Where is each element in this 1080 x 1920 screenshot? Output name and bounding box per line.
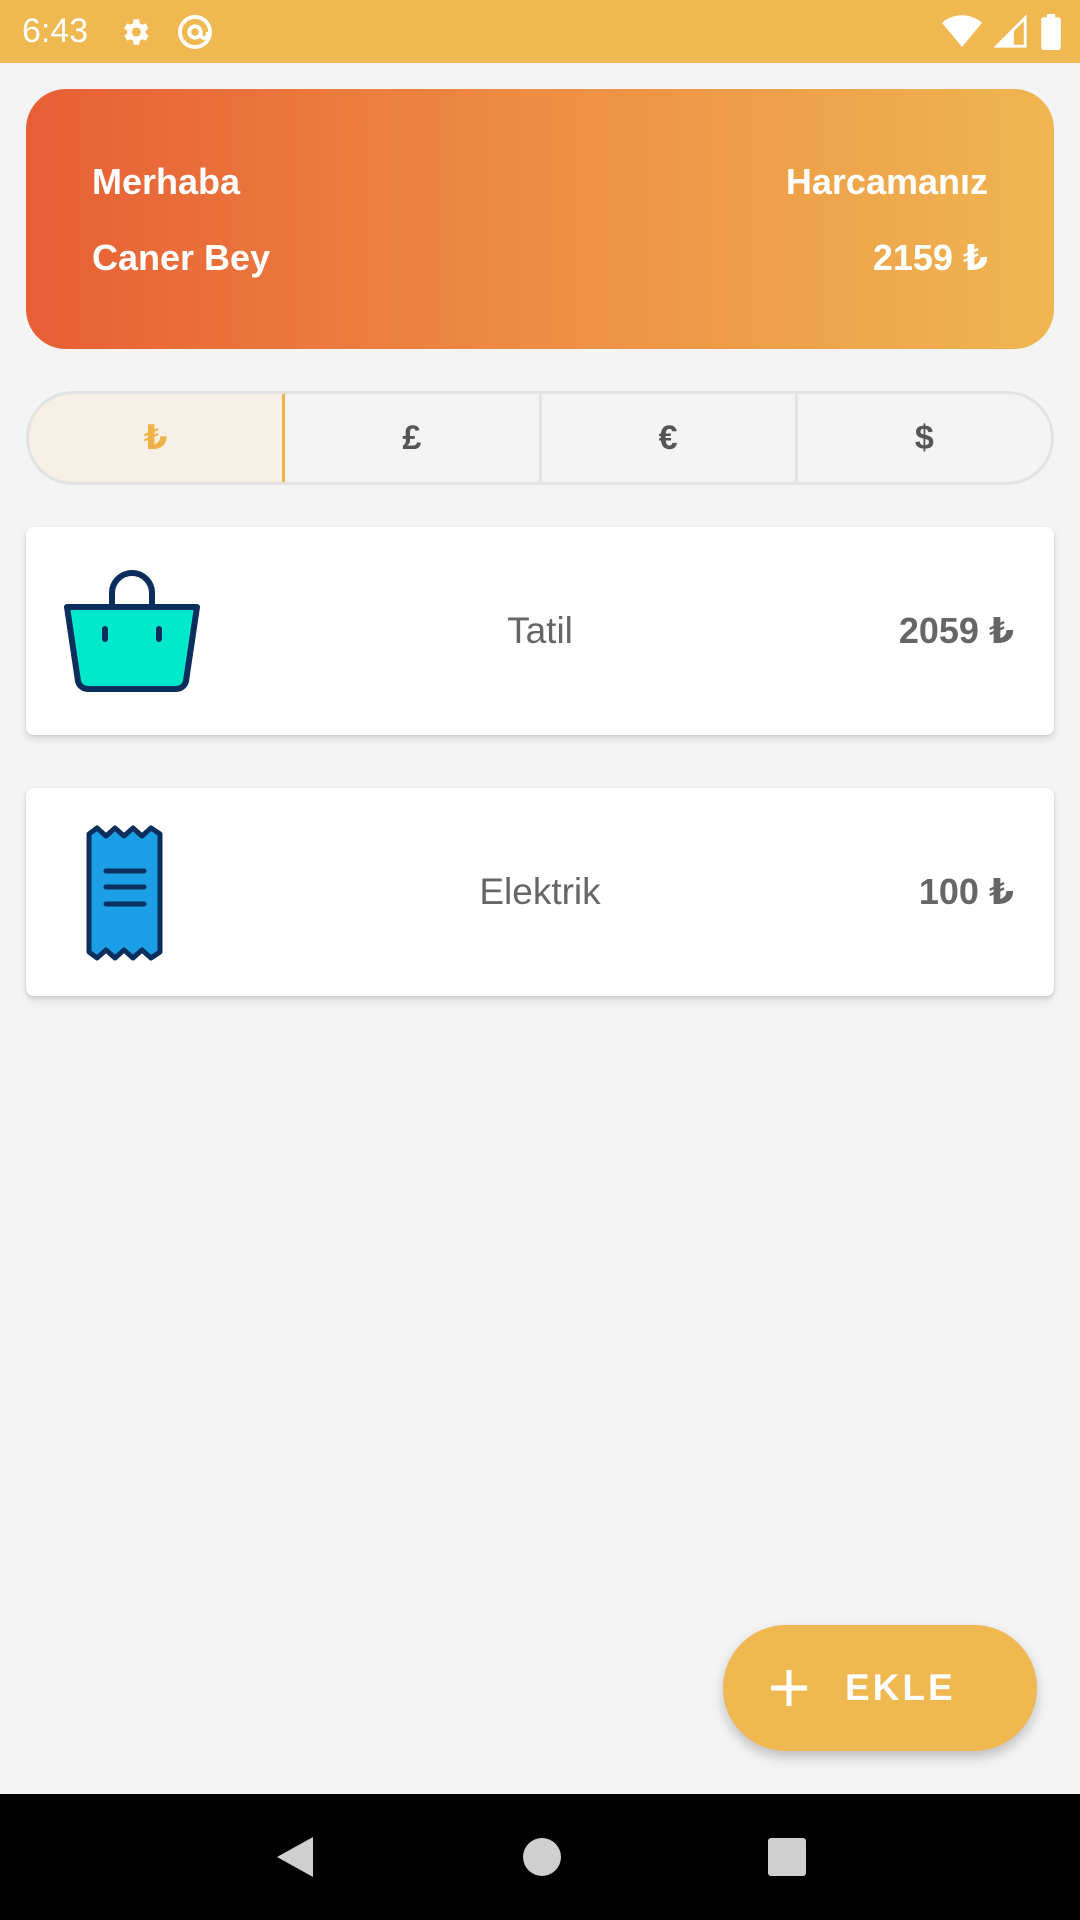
recents-icon[interactable]	[767, 1837, 807, 1877]
add-button-label: EKLE	[845, 1667, 956, 1708]
back-icon[interactable]	[273, 1833, 317, 1881]
home-icon[interactable]	[522, 1837, 562, 1877]
signal-icon	[994, 14, 1027, 48]
system-nav-bar	[0, 1794, 1080, 1920]
status-time: 6:43	[22, 12, 89, 50]
gear-icon	[124, 18, 149, 45]
wifi-icon	[942, 14, 982, 47]
currency-gbp-button[interactable]: £	[285, 394, 542, 482]
currency-selector: ₺ £ € $	[26, 391, 1054, 485]
user-name: Caner Bey	[92, 237, 271, 278]
spend-total: 2159 ₺	[872, 237, 988, 278]
expense-card-elektrik[interactable]: Elektrik 100 ₺	[26, 788, 1054, 996]
expense-card-tatil[interactable]: Tatil 2059 ₺	[26, 527, 1054, 735]
expense-amount: 2059 ₺	[898, 610, 1014, 651]
spend-label: Harcamanız	[785, 161, 988, 202]
greeting-text: Merhaba	[92, 161, 241, 202]
add-expense-button[interactable]: EKLE	[723, 1625, 1037, 1751]
expense-name: Elektrik	[479, 871, 601, 912]
expense-amount: 100 ₺	[918, 871, 1014, 912]
currency-eur-button[interactable]: €	[542, 394, 798, 482]
status-right-icons	[942, 0, 1062, 63]
status-left-icons	[118, 13, 214, 51]
battery-icon	[1041, 13, 1061, 50]
status-bar: 6:43	[0, 0, 1080, 63]
currency-try-button[interactable]: ₺	[29, 394, 286, 482]
currency-usd-button[interactable]: $	[798, 394, 1051, 482]
at-sign-icon	[178, 14, 213, 49]
summary-card: Merhaba Caner Bey Harcamanız 2159 ₺	[26, 89, 1054, 349]
plus-icon	[771, 1670, 807, 1706]
